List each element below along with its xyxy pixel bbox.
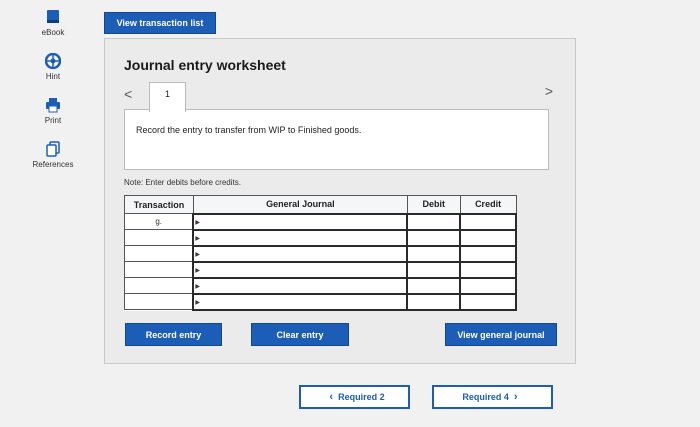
prev-required-label: Required 2 (338, 392, 385, 402)
record-entry-button[interactable]: Record entry (125, 323, 222, 346)
transaction-cell (124, 293, 194, 310)
ebook-icon (44, 8, 62, 26)
sidebar-item-label: Print (44, 116, 62, 125)
dropdown-arrow-icon: ▶ (195, 252, 201, 258)
transaction-cell (124, 261, 194, 278)
debit-input[interactable] (406, 244, 462, 263)
credit-input[interactable] (459, 260, 517, 279)
view-transaction-list-button[interactable]: View transaction list (104, 12, 216, 34)
debit-credit-note: Note: Enter debits before credits. (124, 178, 241, 187)
table-row: ▶ (124, 292, 517, 311)
worksheet-title: Journal entry worksheet (124, 57, 286, 73)
transaction-cell (124, 245, 194, 262)
instruction-text: Record the entry to transfer from WIP to… (136, 125, 362, 135)
dropdown-arrow-icon: ▶ (195, 220, 201, 226)
credit-input[interactable] (459, 228, 517, 247)
sidebar: eBook Hint Print References (26, 8, 80, 184)
chevron-right-icon: › (513, 391, 518, 403)
prev-entry-arrow[interactable]: < (124, 86, 132, 102)
references-icon (44, 140, 62, 158)
view-general-journal-button[interactable]: View general journal (445, 323, 557, 346)
sidebar-item-ebook[interactable]: eBook (26, 8, 80, 52)
col-transaction: Transaction (124, 195, 194, 214)
dropdown-arrow-icon: ▶ (195, 300, 201, 306)
account-select[interactable]: ▶ (192, 244, 409, 263)
debit-input[interactable] (406, 276, 462, 295)
account-select[interactable]: ▶ (192, 228, 409, 247)
dropdown-arrow-icon: ▶ (195, 284, 201, 290)
transaction-cell (124, 277, 194, 294)
table-header-row: Transaction General Journal Debit Credit (124, 195, 517, 214)
table-row: ▶ (124, 228, 517, 247)
clear-entry-button[interactable]: Clear entry (251, 323, 349, 346)
next-required-button[interactable]: Required 4 › (432, 385, 553, 409)
credit-input[interactable] (459, 276, 517, 295)
debit-input[interactable] (406, 260, 462, 279)
credit-input[interactable] (459, 244, 517, 263)
sidebar-item-label: eBook (41, 28, 65, 37)
table-row: ▶ (124, 260, 517, 279)
dropdown-arrow-icon: ▶ (195, 236, 201, 242)
tab-entry-1[interactable]: 1 (149, 82, 186, 112)
table-row: ▶ (124, 244, 517, 263)
table-row: ▶ (124, 276, 517, 295)
sidebar-item-label: References (32, 160, 74, 169)
chevron-left-icon: ‹ (329, 391, 334, 403)
credit-input[interactable] (459, 212, 517, 231)
dropdown-arrow-icon: ▶ (195, 268, 201, 274)
col-credit: Credit (459, 195, 517, 214)
debit-input[interactable] (406, 292, 462, 311)
transaction-cell (124, 229, 194, 246)
prev-required-button[interactable]: ‹ Required 2 (299, 385, 410, 409)
print-icon (44, 96, 62, 114)
account-select[interactable]: ▶ (192, 276, 409, 295)
sidebar-item-hint[interactable]: Hint (26, 52, 80, 96)
debit-input[interactable] (406, 212, 462, 231)
account-select[interactable]: ▶ (192, 260, 409, 279)
sidebar-item-references[interactable]: References (26, 140, 80, 184)
transaction-cell: g. (124, 213, 194, 230)
credit-input[interactable] (459, 292, 517, 311)
journal-entry-panel: Journal entry worksheet < > Record the e… (104, 38, 576, 364)
debit-input[interactable] (406, 228, 462, 247)
sidebar-item-print[interactable]: Print (26, 96, 80, 140)
col-debit: Debit (406, 195, 461, 214)
instruction-box: Record the entry to transfer from WIP to… (124, 109, 549, 170)
next-required-label: Required 4 (462, 392, 509, 402)
next-entry-arrow[interactable]: > (545, 83, 553, 99)
sidebar-item-label: Hint (45, 72, 61, 81)
journal-table: Transaction General Journal Debit Credit… (124, 195, 517, 311)
hint-icon (44, 52, 62, 70)
table-row: g. ▶ (124, 212, 517, 231)
account-select[interactable]: ▶ (192, 212, 409, 231)
col-general-journal: General Journal (192, 195, 408, 214)
account-select[interactable]: ▶ (192, 292, 409, 311)
